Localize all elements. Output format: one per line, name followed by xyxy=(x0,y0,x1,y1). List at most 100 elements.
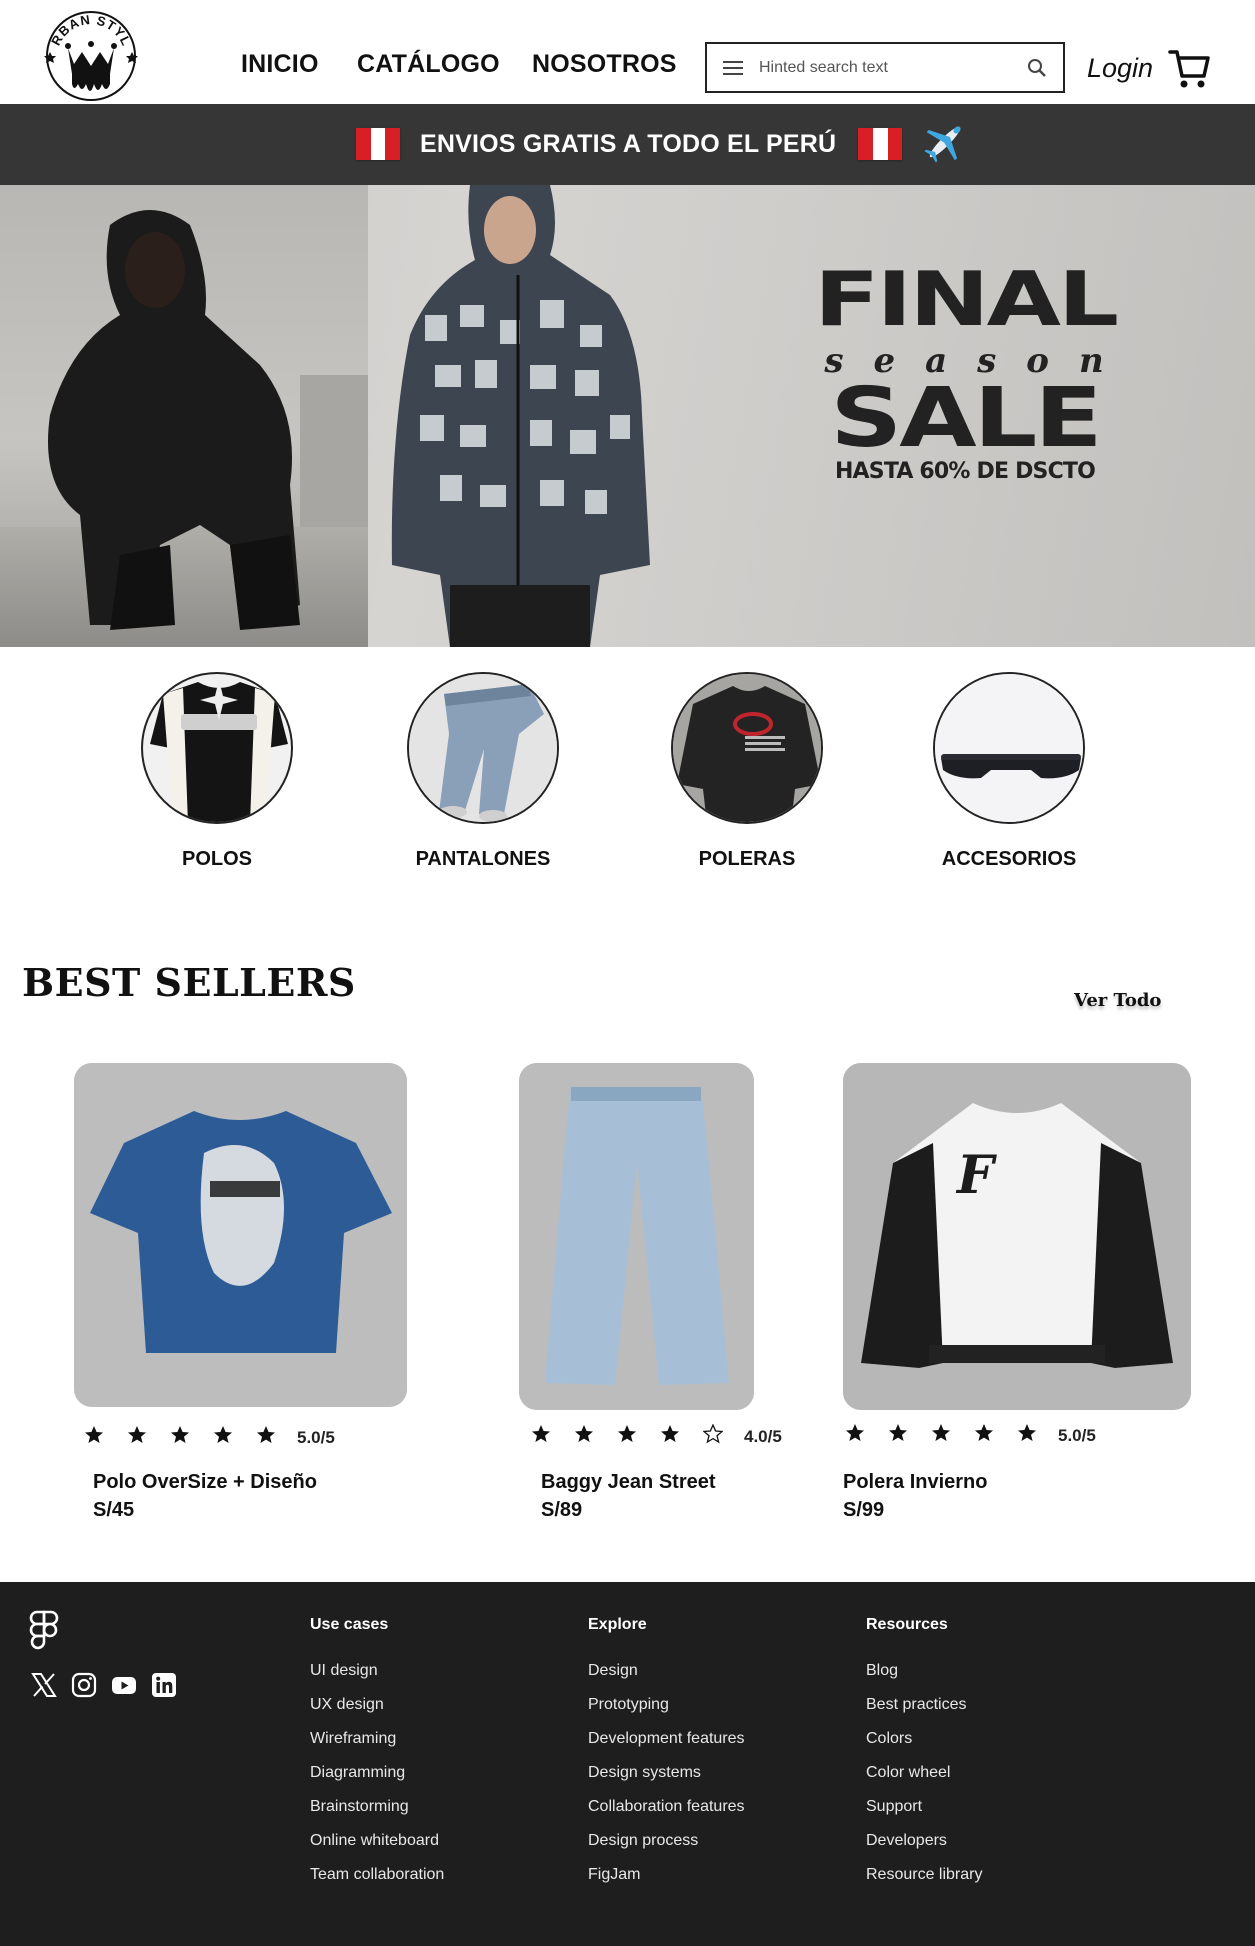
category-polos[interactable]: POLOS xyxy=(137,672,297,871)
star-icon xyxy=(213,1425,233,1450)
category-image xyxy=(141,672,293,824)
category-image xyxy=(671,672,823,824)
promo-text: ENVIOS GRATIS A TODO EL PERÚ xyxy=(420,129,837,158)
star-icon xyxy=(845,1423,865,1448)
best-sellers-title: BEST SELLERS xyxy=(22,960,356,1005)
star-icon xyxy=(574,1424,594,1449)
footer-link[interactable]: Collaboration features xyxy=(588,1798,745,1832)
star-icon xyxy=(931,1423,951,1448)
x-icon[interactable] xyxy=(31,1672,57,1698)
social-links xyxy=(31,1672,191,1698)
product-name: Polo OverSize + Diseño xyxy=(93,1471,317,1493)
star-icon xyxy=(84,1425,104,1450)
star-icon xyxy=(1017,1423,1037,1448)
category-poleras[interactable]: POLERAS xyxy=(667,672,827,871)
footer-link[interactable]: Development features xyxy=(588,1730,745,1764)
star-icon xyxy=(170,1425,190,1450)
nav-nosotros[interactable]: NOSOTROS xyxy=(532,50,677,79)
rating-text: 5.0/5 xyxy=(297,1427,335,1447)
nav-catalogo[interactable]: CATÁLOGO xyxy=(357,50,500,79)
product-rating: 4.0/5 xyxy=(531,1423,782,1449)
airplane-icon xyxy=(920,117,970,172)
category-accesorios[interactable]: ACCESORIOS xyxy=(929,672,1089,871)
category-label: POLOS xyxy=(181,848,252,870)
category-label: PANTALONES xyxy=(415,848,551,870)
footer-link[interactable]: Brainstorming xyxy=(310,1798,444,1832)
login-link[interactable]: Login xyxy=(1087,53,1153,84)
footer-link[interactable]: Support xyxy=(866,1798,982,1832)
hero-line-final: FINAL xyxy=(813,255,1119,343)
star-icon xyxy=(660,1424,680,1449)
svg-text:F: F xyxy=(955,1145,997,1206)
product-name: Polera Invierno xyxy=(843,1471,988,1493)
instagram-icon[interactable] xyxy=(71,1672,97,1698)
search-icon[interactable] xyxy=(1027,58,1047,83)
rating-text: 5.0/5 xyxy=(1058,1425,1096,1445)
star-icon xyxy=(974,1423,994,1448)
footer-link[interactable]: Best practices xyxy=(866,1696,982,1730)
footer-column-explore: Explore Design Prototyping Development f… xyxy=(588,1616,745,1900)
youtube-icon[interactable] xyxy=(111,1672,137,1698)
footer-link[interactable]: Design process xyxy=(588,1832,745,1866)
footer-link[interactable]: Online whiteboard xyxy=(310,1832,444,1866)
nav-inicio[interactable]: INICIO xyxy=(241,50,319,79)
footer-link[interactable]: Design xyxy=(588,1662,745,1696)
footer-link[interactable]: Resource library xyxy=(866,1866,982,1900)
product-name: Baggy Jean Street xyxy=(541,1471,716,1493)
view-all-link[interactable]: Ver Todo xyxy=(1074,990,1161,1011)
footer-link[interactable]: Colors xyxy=(866,1730,982,1764)
footer-link[interactable]: UX design xyxy=(310,1696,444,1730)
product-price: S/89 xyxy=(541,1499,583,1521)
hero-photo-model xyxy=(391,185,650,647)
star-icon xyxy=(531,1424,551,1449)
menu-icon[interactable] xyxy=(723,59,743,82)
footer-column-resources: Resources Blog Best practices Colors Col… xyxy=(866,1616,982,1900)
star-icon xyxy=(127,1425,147,1450)
promo-bar: ENVIOS GRATIS A TODO EL PERÚ xyxy=(0,104,1255,185)
cart-icon[interactable] xyxy=(1168,48,1210,95)
footer-link[interactable]: Design systems xyxy=(588,1764,745,1798)
star-icon xyxy=(256,1425,276,1450)
hero-photo-left xyxy=(0,185,368,647)
site-footer: Use cases UI design UX design Wireframin… xyxy=(0,1582,1255,1946)
product-image[interactable] xyxy=(74,1063,407,1407)
category-label: POLERAS xyxy=(698,848,796,870)
product-price: S/99 xyxy=(843,1499,885,1521)
footer-link[interactable]: Blog xyxy=(866,1662,982,1696)
hero-banner[interactable]: FINAL season SALE HASTA 60% DE DSCTO xyxy=(0,185,1255,647)
footer-link[interactable]: Wireframing xyxy=(310,1730,444,1764)
star-icon xyxy=(617,1424,637,1449)
category-label: ACCESORIOS xyxy=(941,848,1077,870)
product-price: S/45 xyxy=(93,1499,135,1521)
flag-icon xyxy=(356,128,401,160)
hero-headline: FINAL season SALE HASTA 60% DE DSCTO xyxy=(790,255,1140,484)
footer-column-title: Explore xyxy=(588,1616,647,1633)
footer-link[interactable]: Prototyping xyxy=(588,1696,745,1730)
footer-column-use-cases: Use cases UI design UX design Wireframin… xyxy=(310,1616,444,1900)
product-image[interactable] xyxy=(519,1063,754,1410)
product-rating: 5.0/5 xyxy=(845,1423,1096,1448)
product-rating: 5.0/5 xyxy=(84,1425,335,1450)
footer-link[interactable]: Color wheel xyxy=(866,1764,982,1798)
footer-link[interactable]: Team collaboration xyxy=(310,1866,444,1900)
figma-icon[interactable] xyxy=(29,1610,59,1657)
category-image xyxy=(933,672,1085,824)
category-image xyxy=(407,672,559,824)
product-image[interactable]: F xyxy=(843,1063,1191,1410)
star-icon xyxy=(702,1423,724,1449)
footer-column-title: Use cases xyxy=(310,1616,389,1633)
footer-link[interactable]: Diagramming xyxy=(310,1764,444,1798)
hero-line-sale: SALE xyxy=(830,369,1102,466)
footer-link[interactable]: Developers xyxy=(866,1832,982,1866)
search-bar xyxy=(705,42,1065,93)
category-pantalones[interactable]: PANTALONES xyxy=(403,672,563,871)
footer-link[interactable]: FigJam xyxy=(588,1866,745,1900)
footer-column-title: Resources xyxy=(866,1616,948,1633)
footer-link[interactable]: UI design xyxy=(310,1662,444,1696)
star-icon xyxy=(888,1423,908,1448)
brand-logo[interactable]: URBAN STYLE xyxy=(33,0,144,102)
flag-icon xyxy=(858,128,903,160)
linkedin-icon[interactable] xyxy=(151,1672,177,1698)
search-input[interactable] xyxy=(759,53,1009,83)
site-header: URBAN STYLE INICIO CATÁLOGO NOSOTROS Log… xyxy=(0,0,1255,104)
